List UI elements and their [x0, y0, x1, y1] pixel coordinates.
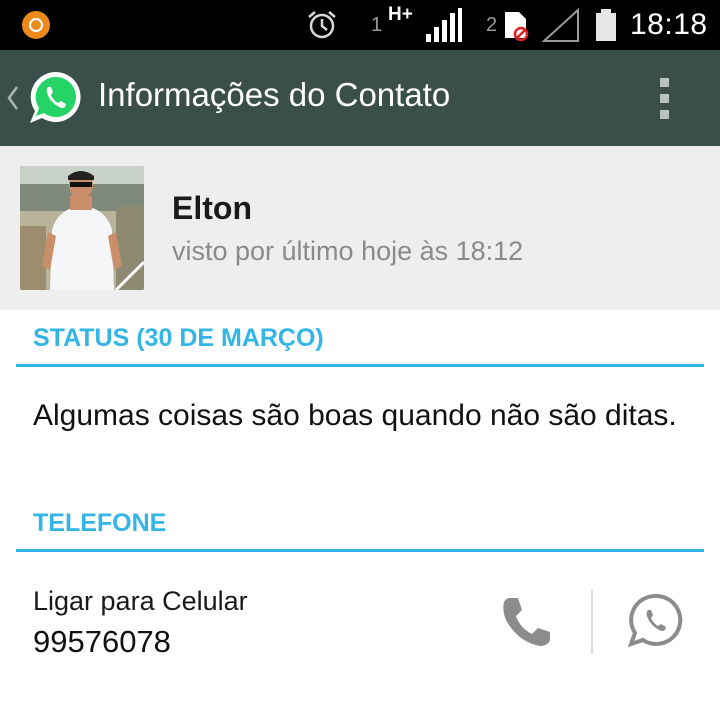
- phone-row[interactable]: Ligar para Celular 99576078: [0, 566, 720, 686]
- screen-title: Informações do Contato: [98, 76, 451, 113]
- action-bar: Informações do Contato: [0, 50, 720, 146]
- phone-type-label: Ligar para Celular: [33, 586, 248, 616]
- overflow-menu-icon[interactable]: [644, 72, 684, 124]
- notification-icon: [22, 11, 50, 39]
- alarm-icon: [308, 11, 336, 39]
- avatar[interactable]: [20, 166, 144, 290]
- status-header-label: STATUS (30 DE MARÇO): [33, 324, 324, 352]
- signal-empty-icon: [542, 8, 579, 42]
- status-section-header: STATUS (30 DE MARÇO): [16, 320, 704, 367]
- battery-icon: [596, 9, 616, 41]
- network-type-label: H+: [388, 4, 413, 25]
- action-divider: [591, 590, 593, 654]
- whatsapp-message-button[interactable]: [618, 588, 694, 656]
- contact-name: Elton: [172, 190, 252, 226]
- call-button[interactable]: [488, 590, 560, 654]
- status-message: Algumas coisas são boas quando não são d…: [33, 399, 677, 432]
- clock-time: 18:18: [630, 8, 708, 41]
- whatsapp-message-icon: [627, 593, 683, 648]
- phone-section-header: TELEFONE: [16, 505, 704, 552]
- avatar-photo: [20, 166, 144, 290]
- phone-header-label: TELEFONE: [33, 509, 167, 537]
- sim2-label: 2: [486, 14, 498, 36]
- last-seen-text: visto por último hoje às 18:12: [172, 236, 524, 266]
- signal-icon: [426, 8, 462, 42]
- phone-number: 99576078: [33, 624, 171, 659]
- contact-header: Elton visto por último hoje às 18:12: [0, 146, 720, 310]
- phone-call-icon: [503, 598, 550, 646]
- sim-card-icon: [505, 12, 529, 42]
- sim1-label: 1: [371, 14, 383, 36]
- status-bar: 1 H+ 2 18:18: [0, 0, 720, 50]
- back-chevron-icon: [7, 86, 19, 110]
- back-button[interactable]: [0, 50, 96, 146]
- whatsapp-logo-icon: [30, 71, 81, 123]
